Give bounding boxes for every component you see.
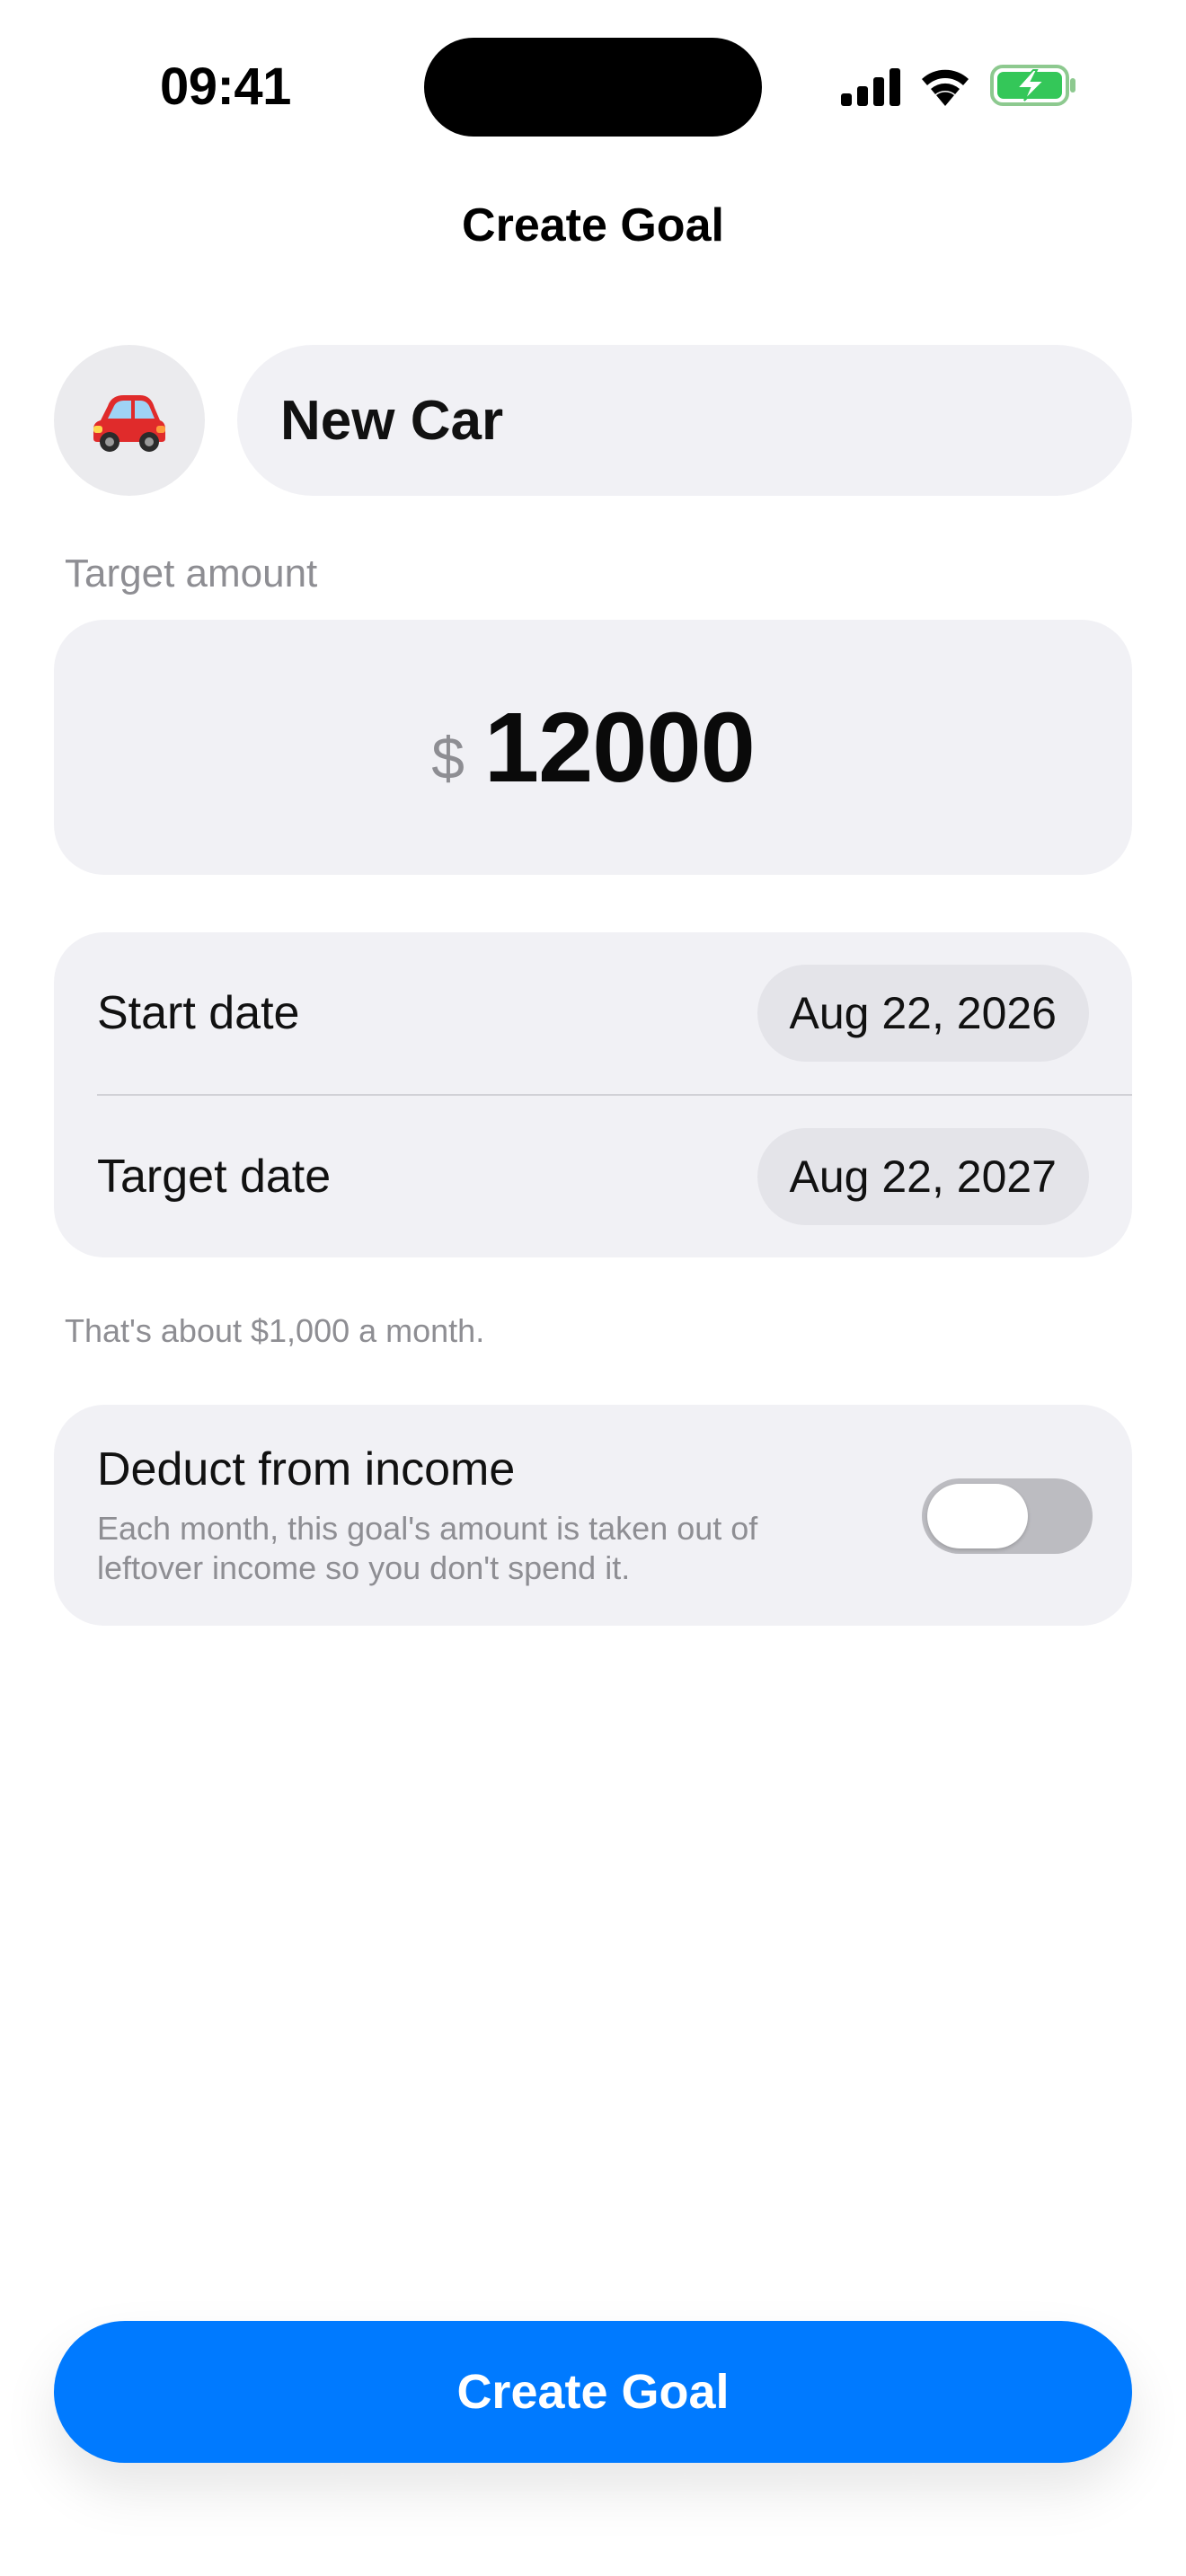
target-date-picker[interactable]: Aug 22, 2027 — [757, 1128, 1089, 1225]
emoji-picker-button[interactable] — [54, 345, 205, 496]
battery-charging-icon — [990, 65, 1075, 106]
create-goal-button[interactable]: Create Goal — [54, 2321, 1132, 2463]
status-time: 09:41 — [160, 57, 291, 116]
target-date-label: Target date — [97, 1151, 332, 1203]
goal-name-input[interactable]: New Car — [237, 345, 1132, 496]
target-amount-label: Target amount — [65, 551, 318, 595]
start-date-row: Start date Aug 22, 2026 — [54, 932, 1132, 1094]
toggle-knob — [927, 1484, 1028, 1548]
cellular-signal-icon — [841, 68, 900, 106]
currency-symbol: $ — [431, 725, 465, 791]
target-amount-value: 12000 — [483, 692, 756, 803]
deduct-from-income-card: Deduct from income Each month, this goal… — [54, 1405, 1132, 1626]
deduct-title: Deduct from income — [97, 1443, 516, 1495]
target-amount-input[interactable]: $ 12000 — [54, 620, 1132, 875]
monthly-hint-text: That's about $1,000 a month. — [65, 1312, 485, 1349]
deduct-from-income-toggle[interactable] — [922, 1478, 1093, 1554]
target-date-row: Target date Aug 22, 2027 — [54, 1096, 1132, 1257]
red-car-icon — [93, 395, 165, 452]
dynamic-island — [424, 38, 762, 137]
page-title: Create Goal — [462, 199, 724, 251]
dates-card: Start date Aug 22, 2026 Target date Aug … — [54, 932, 1132, 1257]
start-date-label: Start date — [97, 987, 300, 1039]
deduct-description: Each month, this goal's amount is taken … — [97, 1510, 758, 1586]
create-goal-screen: 09:41 Create Goal New Car Target amount … — [0, 0, 1186, 2576]
start-date-picker[interactable]: Aug 22, 2026 — [757, 965, 1089, 1062]
wifi-icon — [922, 69, 969, 106]
